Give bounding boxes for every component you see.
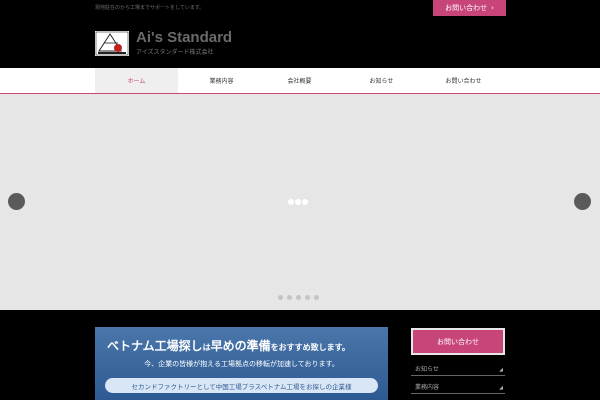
hero-slider <box>0 94 600 310</box>
sidebar-link-news[interactable]: お知らせ ◢ <box>411 362 505 376</box>
tagline: 現地駐在のから工場までサポートをしています。 <box>95 5 205 11</box>
banner-text: 今、企業の皆様が抱える工場拠点の移転が加速しております。 <box>144 360 339 368</box>
chevron-down-icon: ◢ <box>499 385 503 391</box>
contact-top-button[interactable]: お問い合わせ › <box>433 0 506 16</box>
sidebar-link-label: お知らせ <box>415 366 439 373</box>
sidebar-link-services[interactable]: 業務内容 ◢ <box>411 380 505 394</box>
nav-item-news[interactable]: お知らせ <box>340 68 423 93</box>
banner-headline-part: をおすすめ致します。 <box>270 343 350 352</box>
slider-dot[interactable] <box>296 295 301 300</box>
slider-dot[interactable] <box>305 295 310 300</box>
main-nav: ホーム 業務内容 会社概要 お知らせ お問い合わせ <box>0 68 600 94</box>
nav-item-contact[interactable]: お問い合わせ <box>422 68 505 93</box>
sidebar-link-label: 業務内容 <box>415 384 440 391</box>
logo-mark[interactable] <box>95 31 129 56</box>
slider-dot[interactable] <box>287 295 292 300</box>
slider-next-button[interactable] <box>574 193 591 210</box>
loading-icon <box>288 199 308 205</box>
banner-headline-part: 早めの準備 <box>210 339 271 353</box>
banner-headline-part: ベトナム工場探し <box>107 339 203 353</box>
slider-pagination <box>278 295 319 300</box>
nav-item-services[interactable]: 業務内容 <box>180 68 263 93</box>
contact-top-label: お問い合わせ <box>445 4 488 12</box>
chevron-down-icon: ◢ <box>499 367 503 373</box>
nav-item-home[interactable]: ホーム <box>95 68 178 93</box>
slider-dot[interactable] <box>314 295 319 300</box>
logo-subtitle: アイズスタンダード株式会社 <box>136 49 214 56</box>
sidebar-contact-button[interactable]: お問い合わせ <box>411 328 505 355</box>
chevron-right-icon: › <box>491 4 494 12</box>
slider-prev-button[interactable] <box>8 193 25 210</box>
slider-dot[interactable] <box>278 295 283 300</box>
nav-item-company[interactable]: 会社概要 <box>258 68 341 93</box>
banner-pill: セカンドファクトリーとして中国工場プラスベトナム工場をお探しの企業様 <box>105 378 378 393</box>
vietnam-factory-banner[interactable]: ベトナム工場探しは早めの準備をおすすめ致します。 今、企業の皆様が抱える工場拠点… <box>95 327 388 400</box>
header: 現地駐在のから工場までサポートをしています。 お問い合わせ › Ai's Sta… <box>0 0 600 68</box>
banner-headline: ベトナム工場探しは早めの準備をおすすめ致します。 <box>107 337 350 354</box>
banner-headline-part: は <box>202 343 211 352</box>
logo-name[interactable]: Ai's Standard <box>136 29 232 46</box>
